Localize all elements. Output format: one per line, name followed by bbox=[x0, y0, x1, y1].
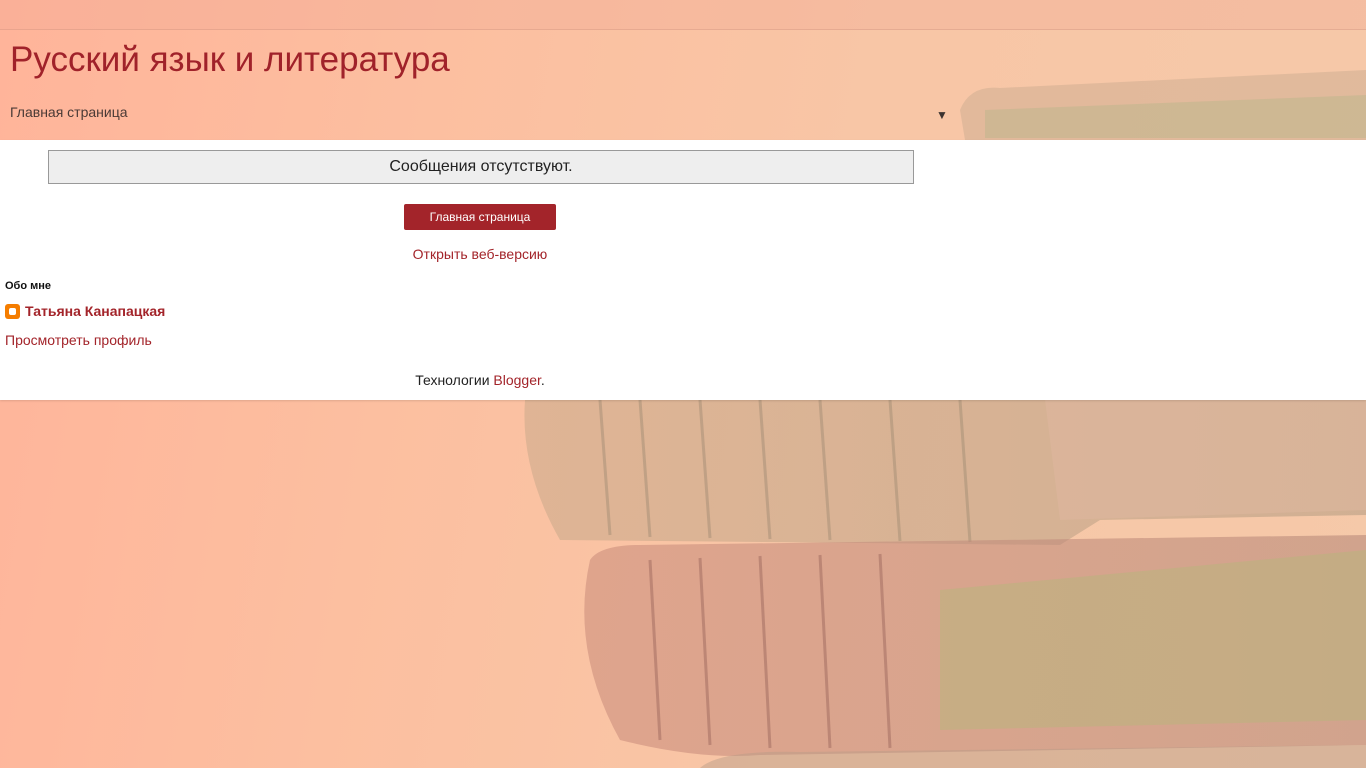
blogger-link[interactable]: Blogger bbox=[493, 372, 540, 388]
open-web-version-link[interactable]: Открыть веб-версию bbox=[0, 246, 960, 262]
footer-suffix: . bbox=[540, 372, 545, 388]
page-select-dropdown[interactable]: Главная страница bbox=[10, 104, 128, 120]
site-title[interactable]: Русский язык и литература bbox=[10, 40, 450, 80]
author-row: Татьяна Канапацкая bbox=[5, 303, 165, 319]
triangle-down-icon[interactable]: ▼ bbox=[936, 108, 948, 122]
home-page-button[interactable]: Главная страница bbox=[404, 204, 556, 230]
view-profile-link[interactable]: Просмотреть профиль bbox=[5, 332, 152, 348]
blog-header: Русский язык и литература Главная страни… bbox=[0, 30, 1366, 140]
main-content: Сообщения отсутствуют. Главная страница … bbox=[0, 140, 1366, 400]
footer-attribution: Технологии Blogger. bbox=[0, 372, 960, 388]
top-navbar-strip bbox=[0, 0, 1366, 30]
footer-prefix: Технологии bbox=[415, 372, 494, 388]
about-me-heading: Обо мне bbox=[5, 280, 52, 292]
no-posts-message: Сообщения отсутствуют. bbox=[48, 150, 914, 184]
author-name-link[interactable]: Татьяна Канапацкая bbox=[25, 303, 165, 319]
blogger-icon bbox=[5, 303, 20, 319]
